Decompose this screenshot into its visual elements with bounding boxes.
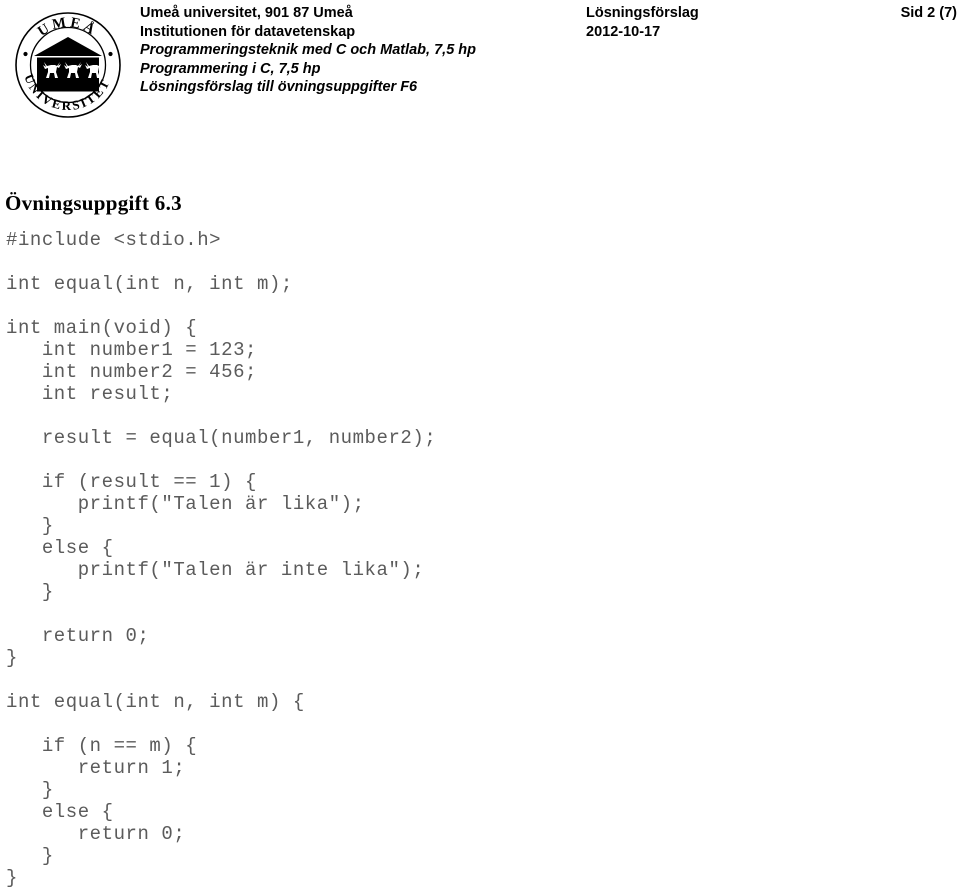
page-title: Övningsuppgift 6.3 bbox=[5, 191, 182, 216]
document-date: 2012-10-17 bbox=[586, 23, 661, 40]
page-info: Sid 2 (7) bbox=[760, 4, 957, 23]
umea-university-seal-logo-icon: UMEÅ UNIVERSITET bbox=[14, 3, 122, 125]
document-header: UMEÅ UNIVERSITET Umeå universitet, 901 8… bbox=[0, 0, 960, 132]
org-line-subtitle: Lösningsförslag till övningsuppgifter F6 bbox=[140, 79, 418, 95]
page-indicator: Sid 2 (7) bbox=[900, 5, 957, 21]
organization-info: Umeå universitet, 901 87 Umeå Institutio… bbox=[140, 4, 570, 97]
org-line-department: Institutionen för datavetenskap bbox=[140, 23, 356, 40]
source-code-block: #include <stdio.h> int equal(int n, int … bbox=[6, 229, 437, 889]
org-line-course-2: Programmering i C, 7,5 hp bbox=[140, 60, 321, 77]
org-line-address: Umeå universitet, 901 87 Umeå bbox=[140, 5, 353, 21]
org-line-course-1: Programmeringsteknik med C och Matlab, 7… bbox=[140, 42, 476, 58]
